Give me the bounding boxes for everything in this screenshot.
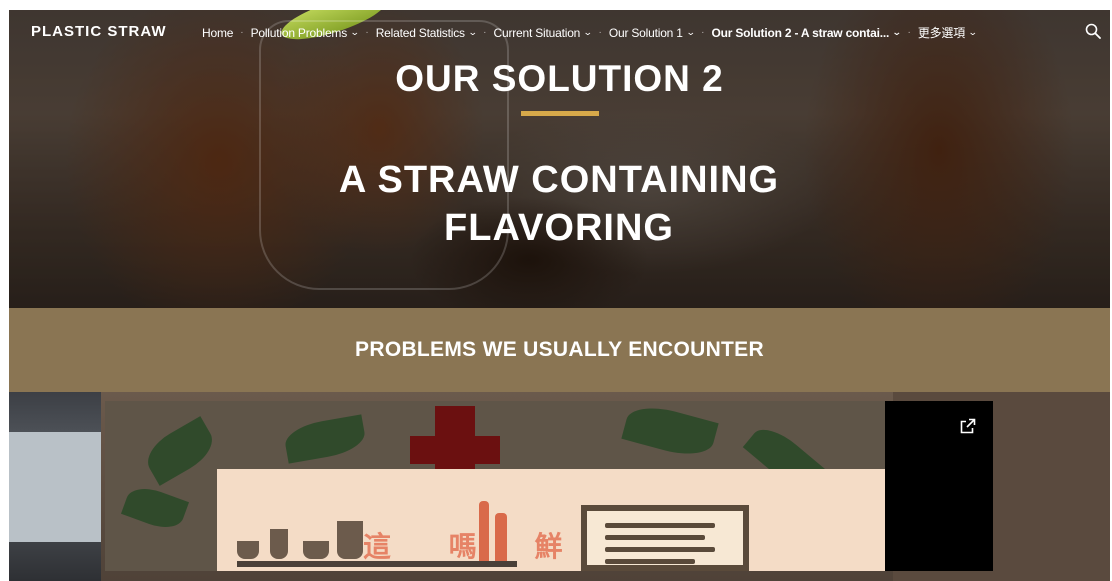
open-in-new-icon[interactable] bbox=[960, 418, 976, 434]
menu-line bbox=[605, 547, 715, 552]
chevron-down-icon[interactable]: ⌄ bbox=[968, 27, 978, 38]
cup-illustration bbox=[303, 541, 329, 559]
nav-item-label: Home bbox=[202, 25, 234, 40]
nav-separator: · bbox=[240, 27, 244, 38]
nav-separator: · bbox=[365, 27, 369, 38]
leaf-decoration bbox=[139, 416, 221, 486]
cup-illustration bbox=[237, 541, 259, 559]
section-heading: PROBLEMS WE USUALLY ENCOUNTER bbox=[355, 338, 764, 361]
nav-item-0[interactable]: Home bbox=[202, 26, 233, 40]
bg-window bbox=[9, 432, 101, 542]
nav-item-label: Pollution Problems bbox=[250, 25, 348, 40]
red-cross-horizontal bbox=[410, 436, 500, 464]
hero-title: OUR SOLUTION 2 bbox=[395, 58, 724, 99]
nav-item-label: 更多選項 bbox=[917, 26, 966, 40]
menu-board-illustration bbox=[581, 505, 749, 571]
cup-illustration bbox=[270, 529, 288, 559]
hero-title-underline bbox=[521, 111, 599, 116]
menu-line bbox=[605, 559, 695, 564]
chevron-down-icon[interactable]: ⌄ bbox=[468, 27, 478, 38]
nav-item-2[interactable]: Related Statistics ⌄ bbox=[375, 25, 478, 40]
leaf-decoration bbox=[621, 401, 719, 462]
cup-illustration bbox=[337, 521, 363, 559]
nav-item-label: Our Solution 1 bbox=[608, 25, 683, 40]
hero-subtitle-line1: A STRAW CONTAINING bbox=[338, 159, 780, 201]
chevron-down-icon[interactable]: ⌄ bbox=[583, 27, 593, 38]
nav-item-1[interactable]: Pollution Problems ⌄ bbox=[250, 25, 360, 40]
section-band: PROBLEMS WE USUALLY ENCOUNTER bbox=[9, 308, 1110, 392]
chevron-down-icon[interactable]: ⌄ bbox=[350, 27, 360, 38]
embedded-image: 這 嗎 鮮 耶 bbox=[105, 401, 885, 571]
nav-separator: · bbox=[907, 27, 911, 38]
leaf-decoration bbox=[282, 414, 368, 464]
menu-line bbox=[605, 523, 715, 528]
nav-item-6[interactable]: 更多選項 ⌄ bbox=[917, 24, 978, 41]
nav-items: Home · Pollution Problems ⌄ · Related Statist… bbox=[202, 24, 978, 41]
nav-item-5[interactable]: Our Solution 2 - A straw contai... ⌄ bbox=[711, 25, 902, 40]
search-icon[interactable] bbox=[1085, 23, 1101, 39]
menu-line bbox=[605, 535, 705, 540]
hero-subtitle: A STRAW CONTAINING FLAVORING bbox=[269, 156, 849, 252]
top-nav: PLASTIC STRAW Home · Pollution Problems ⌄ · R… bbox=[9, 10, 1110, 54]
chevron-down-icon[interactable]: ⌄ bbox=[686, 27, 696, 38]
nav-item-label: Our Solution 2 - A straw contai... bbox=[711, 25, 890, 40]
embedded-image-viewer[interactable]: 這 嗎 鮮 耶 bbox=[105, 401, 993, 571]
bg-left-panel bbox=[9, 392, 101, 581]
leaf-decoration bbox=[120, 481, 190, 535]
nav-separator: · bbox=[701, 27, 705, 38]
nav-separator: · bbox=[483, 27, 487, 38]
site-brand[interactable]: PLASTIC STRAW bbox=[31, 23, 167, 40]
nav-item-label: Current Situation bbox=[493, 25, 581, 40]
nav-item-label: Related Statistics bbox=[375, 25, 465, 40]
nav-item-3[interactable]: Current Situation ⌄ bbox=[493, 25, 593, 40]
nav-separator: · bbox=[598, 27, 602, 38]
nav-item-4[interactable]: Our Solution 1 ⌄ bbox=[608, 25, 696, 40]
chevron-down-icon[interactable]: ⌄ bbox=[892, 27, 902, 38]
hero-subtitle-line2: FLAVORING bbox=[444, 207, 674, 249]
